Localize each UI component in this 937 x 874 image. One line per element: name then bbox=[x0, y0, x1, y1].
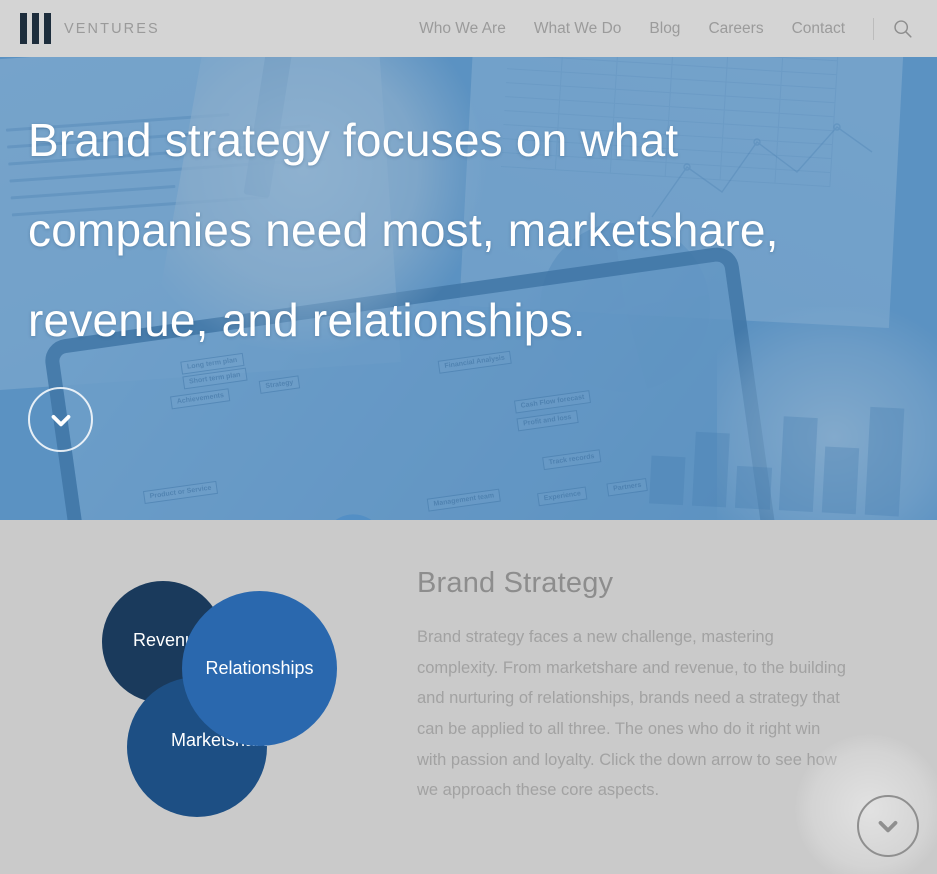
section-title: Brand Strategy bbox=[417, 567, 614, 599]
nav-item-what-we-do[interactable]: What We Do bbox=[520, 20, 636, 38]
nav-item-who-we-are[interactable]: Who We Are bbox=[405, 20, 520, 38]
site-header: VENTURES Who We Are What We Do Blog Care… bbox=[0, 0, 937, 57]
search-button[interactable] bbox=[886, 18, 919, 39]
page-scroll-down-button[interactable] bbox=[857, 795, 919, 857]
section-copy: Brand Strategy Brand strategy faces a ne… bbox=[417, 565, 847, 833]
page-root: VENTURES Who We Are What We Do Blog Care… bbox=[0, 0, 937, 874]
main-navigation: Who We Are What We Do Blog Careers Conta… bbox=[405, 17, 937, 40]
venn-label-relationships: Relationships bbox=[205, 658, 314, 678]
nav-divider bbox=[873, 17, 874, 40]
nav-item-contact[interactable]: Contact bbox=[778, 20, 859, 38]
hero-scroll-down-button[interactable] bbox=[28, 387, 93, 453]
three-bars-logo-icon bbox=[20, 13, 51, 44]
logo-link[interactable]: VENTURES bbox=[20, 13, 160, 44]
hero-title: Brand strategy focuses on what companies… bbox=[28, 114, 779, 347]
chevron-down-icon bbox=[51, 414, 70, 427]
venn-circle-relationships[interactable]: Relationships bbox=[182, 591, 337, 746]
brand-strategy-section: Revenue Marketshare Relationships Brand … bbox=[0, 520, 937, 874]
section-body-text: Brand strategy faces a new challenge, ma… bbox=[417, 628, 846, 800]
chevron-down-icon bbox=[878, 821, 898, 833]
venn-diagram: Revenue Marketshare Relationships bbox=[102, 573, 377, 833]
nav-item-careers[interactable]: Careers bbox=[694, 20, 777, 38]
search-icon bbox=[894, 20, 912, 38]
hero-section: Strategy Financial Analysis Product or S… bbox=[0, 57, 937, 520]
brand-name: VENTURES bbox=[64, 20, 160, 37]
hero-content: Brand strategy focuses on what companies… bbox=[0, 57, 937, 520]
nav-item-blog[interactable]: Blog bbox=[635, 20, 694, 38]
